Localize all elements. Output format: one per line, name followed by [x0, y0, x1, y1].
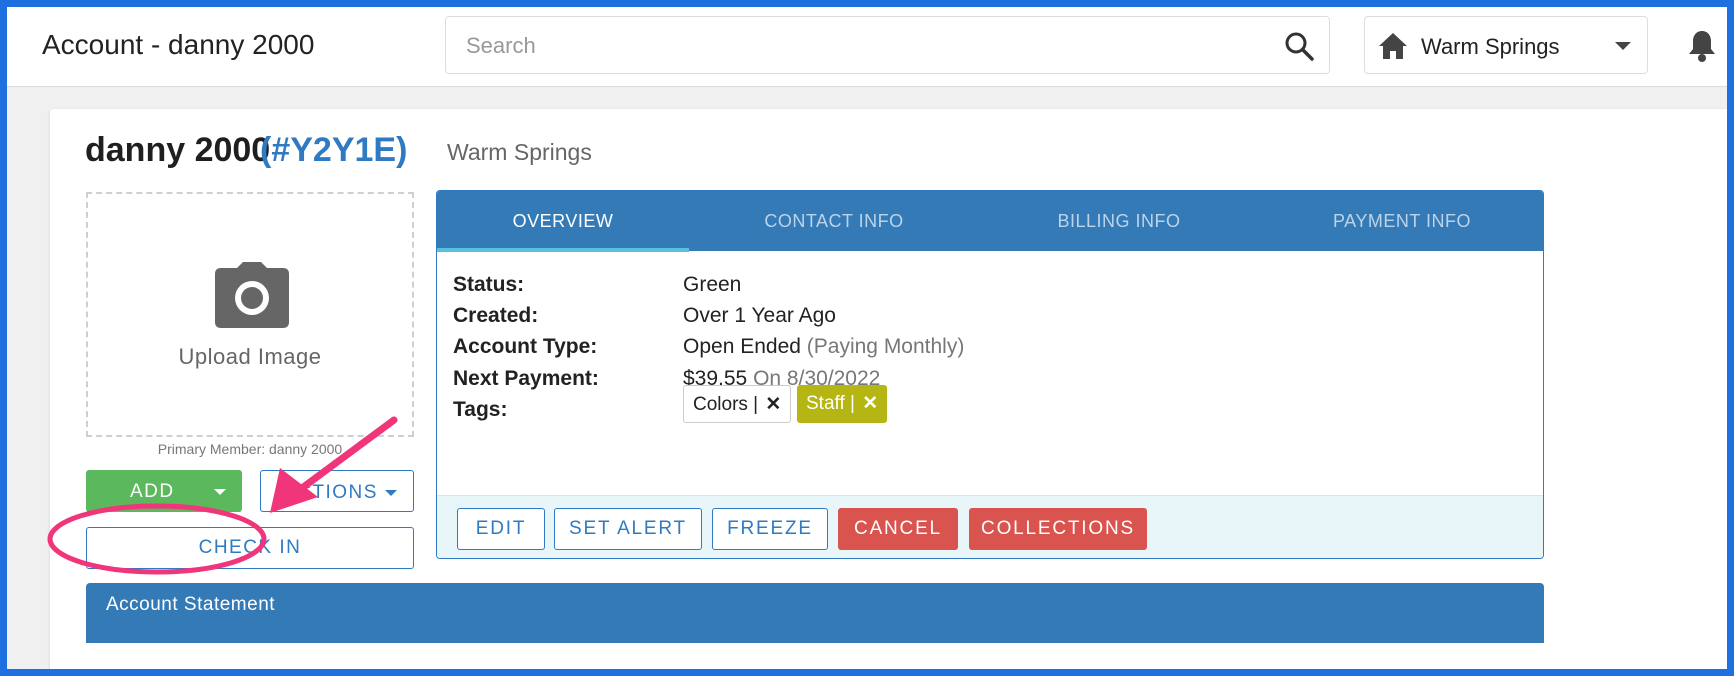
freeze-button[interactable]: FREEZE — [712, 508, 828, 550]
tag-staff-label: Staff | — [806, 393, 855, 414]
member-location: Warm Springs — [447, 139, 592, 165]
chevron-down-icon[interactable] — [1615, 42, 1631, 50]
tag-colors-label: Colors | — [693, 394, 759, 415]
upload-image-area[interactable]: Upload Image — [86, 192, 414, 437]
bell-icon[interactable] — [1687, 29, 1717, 63]
account-type-row: Account Type: Open Ended (Paying Monthly… — [453, 335, 1453, 365]
close-icon[interactable]: ✕ — [765, 394, 781, 415]
status-label: Status: — [453, 273, 525, 296]
tab-payment-info[interactable]: PAYMENT INFO — [1259, 191, 1543, 251]
account-statement-header[interactable]: Account Statement — [86, 583, 1544, 643]
tag-staff[interactable]: Staff | ✕ — [797, 385, 888, 423]
set-alert-button[interactable]: SET ALERT — [554, 508, 702, 550]
account-card: danny 2000 (#Y2Y1E) Warm Springs Upload … — [50, 109, 1727, 669]
tags-row: Tags: Colors | ✕ Staff | ✕ — [453, 385, 1453, 438]
tags-label: Tags: — [453, 398, 508, 421]
member-id: (#Y2Y1E) — [260, 131, 408, 169]
account-type-label: Account Type: — [453, 335, 598, 358]
tag-colors[interactable]: Colors | ✕ — [683, 385, 792, 423]
actions-button-label: ACTIONS — [283, 482, 378, 503]
status-row: Status: Green — [453, 273, 1453, 303]
active-tab-indicator — [437, 248, 689, 252]
next-payment-row: Next Payment: $39.55 On 8/30/2022 — [453, 367, 1453, 397]
status-value: Green — [683, 273, 742, 296]
tab-contact-info[interactable]: CONTACT INFO — [689, 191, 979, 251]
account-type-value: Open Ended — [683, 335, 801, 358]
home-icon — [1379, 33, 1407, 59]
created-row: Created: Over 1 Year Ago — [453, 304, 1453, 334]
search-icon[interactable] — [1283, 30, 1315, 62]
account-type-value-wrap: Open Ended (Paying Monthly) — [683, 335, 964, 359]
add-button[interactable]: ADD — [86, 470, 242, 512]
account-type-note: (Paying Monthly) — [806, 335, 965, 358]
search-input[interactable] — [466, 31, 1246, 61]
actions-button[interactable]: ACTIONS — [260, 470, 414, 512]
screenshot-frame: Account - danny 2000 Warm Springs danny … — [0, 0, 1734, 676]
tab-bar: OVERVIEW CONTACT INFO BILLING INFO PAYME… — [437, 191, 1543, 252]
upload-image-label: Upload Image — [178, 344, 322, 369]
tab-overview[interactable]: OVERVIEW — [437, 191, 689, 251]
chevron-down-icon[interactable] — [214, 489, 226, 495]
location-label: Warm Springs — [1421, 34, 1560, 59]
location-selector[interactable]: Warm Springs — [1364, 16, 1648, 74]
camera-icon — [215, 262, 289, 328]
search-box[interactable] — [445, 16, 1330, 74]
top-bar: Account - danny 2000 Warm Springs — [7, 7, 1727, 87]
chevron-down-icon[interactable] — [385, 490, 397, 496]
member-name: danny 2000 — [85, 131, 271, 169]
collections-button[interactable]: COLLECTIONS — [969, 508, 1147, 550]
account-tabs-panel: OVERVIEW CONTACT INFO BILLING INFO PAYME… — [436, 190, 1544, 559]
next-payment-label: Next Payment: — [453, 367, 599, 390]
primary-member-label: Primary Member: danny 2000 — [157, 441, 343, 457]
edit-button[interactable]: EDIT — [457, 508, 545, 550]
created-value: Over 1 Year Ago — [683, 304, 836, 327]
page-title: Account - danny 2000 — [42, 29, 315, 60]
action-bar: EDIT SET ALERT FREEZE CANCEL COLLECTIONS — [437, 495, 1543, 558]
tab-billing-info[interactable]: BILLING INFO — [979, 191, 1259, 251]
cancel-button[interactable]: CANCEL — [838, 508, 958, 550]
add-button-label: ADD — [130, 481, 175, 502]
account-statement-title: Account Statement — [106, 594, 276, 615]
check-in-button[interactable]: CHECK IN — [86, 527, 414, 569]
created-label: Created: — [453, 304, 539, 327]
close-icon[interactable]: ✕ — [862, 393, 878, 414]
